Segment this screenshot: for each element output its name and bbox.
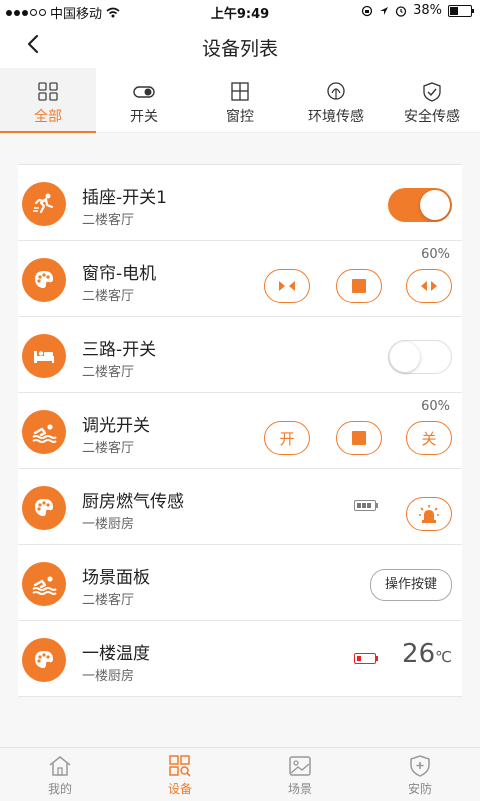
- toggle-icon: [133, 86, 155, 98]
- list-item[interactable]: 插座-开关1 二楼客厅: [18, 165, 462, 241]
- open-arrows-icon: [421, 281, 437, 291]
- list-item[interactable]: 窗帘-电机 二楼客厅 60%: [18, 241, 462, 317]
- window-icon: [231, 82, 249, 101]
- orientation-lock-icon: [361, 5, 373, 16]
- swimmer-icon: [22, 562, 66, 606]
- battery-icon: [354, 500, 378, 511]
- device-search-icon: [169, 755, 191, 777]
- power-toggle[interactable]: [388, 340, 452, 374]
- device-location: 二楼客厅: [82, 365, 135, 380]
- device-name: 一楼温度: [82, 644, 150, 664]
- operate-keys-button[interactable]: 操作按键: [369, 569, 452, 601]
- bottom-tab-devices[interactable]: 设备: [120, 748, 240, 801]
- image-icon: [289, 756, 311, 776]
- battery-percent: 38%: [413, 3, 442, 18]
- tab-switch[interactable]: 开关: [96, 68, 192, 132]
- temperature-value: 26: [402, 639, 436, 669]
- tab-label: 开关: [130, 109, 158, 125]
- position-percent: 60%: [421, 247, 450, 262]
- bottom-tab-label: 安防: [407, 782, 432, 796]
- low-battery-icon: [354, 653, 378, 664]
- status-bar: 中国移动 上午9:49 38%: [0, 0, 480, 22]
- list-item[interactable]: 三路-开关 二楼客厅: [18, 317, 462, 393]
- stop-icon: [352, 279, 366, 293]
- device-location: 一楼厨房: [82, 517, 135, 532]
- list-item[interactable]: 厨房燃气传感 一楼厨房: [18, 469, 462, 545]
- bottom-tab-label: 我的: [47, 782, 72, 796]
- home-icon: [49, 756, 71, 776]
- swimmer-icon: [22, 410, 66, 454]
- list-item[interactable]: 调光开关 二楼客厅 60% 开 关: [18, 393, 462, 469]
- battery-icon: [448, 4, 474, 17]
- device-name: 场景面板: [82, 568, 150, 588]
- tab-label: 安全传感: [404, 109, 460, 125]
- bottom-tab-label: 场景: [287, 782, 312, 796]
- bottom-tab-label: 设备: [167, 782, 192, 796]
- dimmer-on-button[interactable]: 开: [264, 421, 310, 455]
- bottom-tab-scenes[interactable]: 场景: [240, 748, 360, 801]
- bottom-tab-mine[interactable]: 我的: [0, 748, 120, 801]
- device-name: 插座-开关1: [82, 188, 167, 208]
- bed-icon: [22, 334, 66, 378]
- bottom-tab-security[interactable]: 安防: [360, 748, 480, 801]
- dimmer-stop-button[interactable]: [336, 421, 382, 455]
- page-title: 设备列表: [201, 38, 278, 60]
- alarm-button[interactable]: [406, 497, 452, 531]
- bottom-tab-bar: 我的 设备 场景 安防: [0, 747, 480, 801]
- tab-all[interactable]: 全部: [0, 68, 96, 133]
- tab-environment[interactable]: 环境传感: [288, 68, 384, 132]
- palette-icon: [22, 486, 66, 530]
- power-toggle[interactable]: [388, 188, 452, 222]
- close-arrows-icon: [279, 281, 295, 291]
- device-location: 二楼客厅: [82, 593, 135, 608]
- device-list: 插座-开关1 二楼客厅 窗帘-电机 二楼客厅 60% 三路-开关 二楼客厅 调光…: [18, 164, 462, 697]
- stop-icon: [352, 431, 366, 445]
- temperature-readout: 26℃: [402, 639, 452, 669]
- runner-icon: [22, 182, 66, 226]
- environment-icon: [327, 82, 345, 100]
- list-item[interactable]: 场景面板 二楼客厅 操作按键: [18, 545, 462, 621]
- siren-icon: [419, 505, 439, 523]
- category-tabs: 全部 开关 窗控 环境传感 安全传感: [0, 68, 480, 133]
- temperature-unit: ℃: [435, 648, 452, 666]
- tab-security[interactable]: 安全传感: [384, 68, 480, 132]
- brightness-percent: 60%: [421, 399, 450, 414]
- tab-window[interactable]: 窗控: [192, 68, 288, 132]
- grid-icon: [38, 82, 58, 101]
- curtain-close-button[interactable]: [264, 269, 310, 303]
- list-item[interactable]: 一楼温度 一楼厨房 26℃: [18, 621, 462, 697]
- curtain-stop-button[interactable]: [336, 269, 382, 303]
- location-icon: [380, 6, 389, 15]
- device-name: 厨房燃气传感: [82, 492, 184, 512]
- curtain-open-button[interactable]: [406, 269, 452, 303]
- alarm-icon: [395, 5, 407, 17]
- device-location: 二楼客厅: [82, 213, 135, 228]
- device-location: 二楼客厅: [82, 441, 135, 456]
- palette-icon: [22, 638, 66, 682]
- status-right: 38%: [361, 3, 474, 18]
- device-name: 三路-开关: [82, 340, 157, 360]
- nav-bar: 设备列表: [0, 22, 480, 68]
- device-name: 窗帘-电机: [82, 264, 157, 284]
- device-location: 一楼厨房: [82, 669, 135, 684]
- palette-icon: [22, 258, 66, 302]
- tab-label: 环境传感: [308, 109, 364, 125]
- tab-label: 窗控: [226, 109, 254, 125]
- shield-check-icon: [423, 82, 441, 102]
- device-name: 调光开关: [82, 416, 150, 436]
- shield-plus-icon: [410, 755, 430, 777]
- device-location: 二楼客厅: [82, 289, 135, 304]
- dimmer-off-button[interactable]: 关: [406, 421, 452, 455]
- tab-label: 全部: [34, 109, 62, 125]
